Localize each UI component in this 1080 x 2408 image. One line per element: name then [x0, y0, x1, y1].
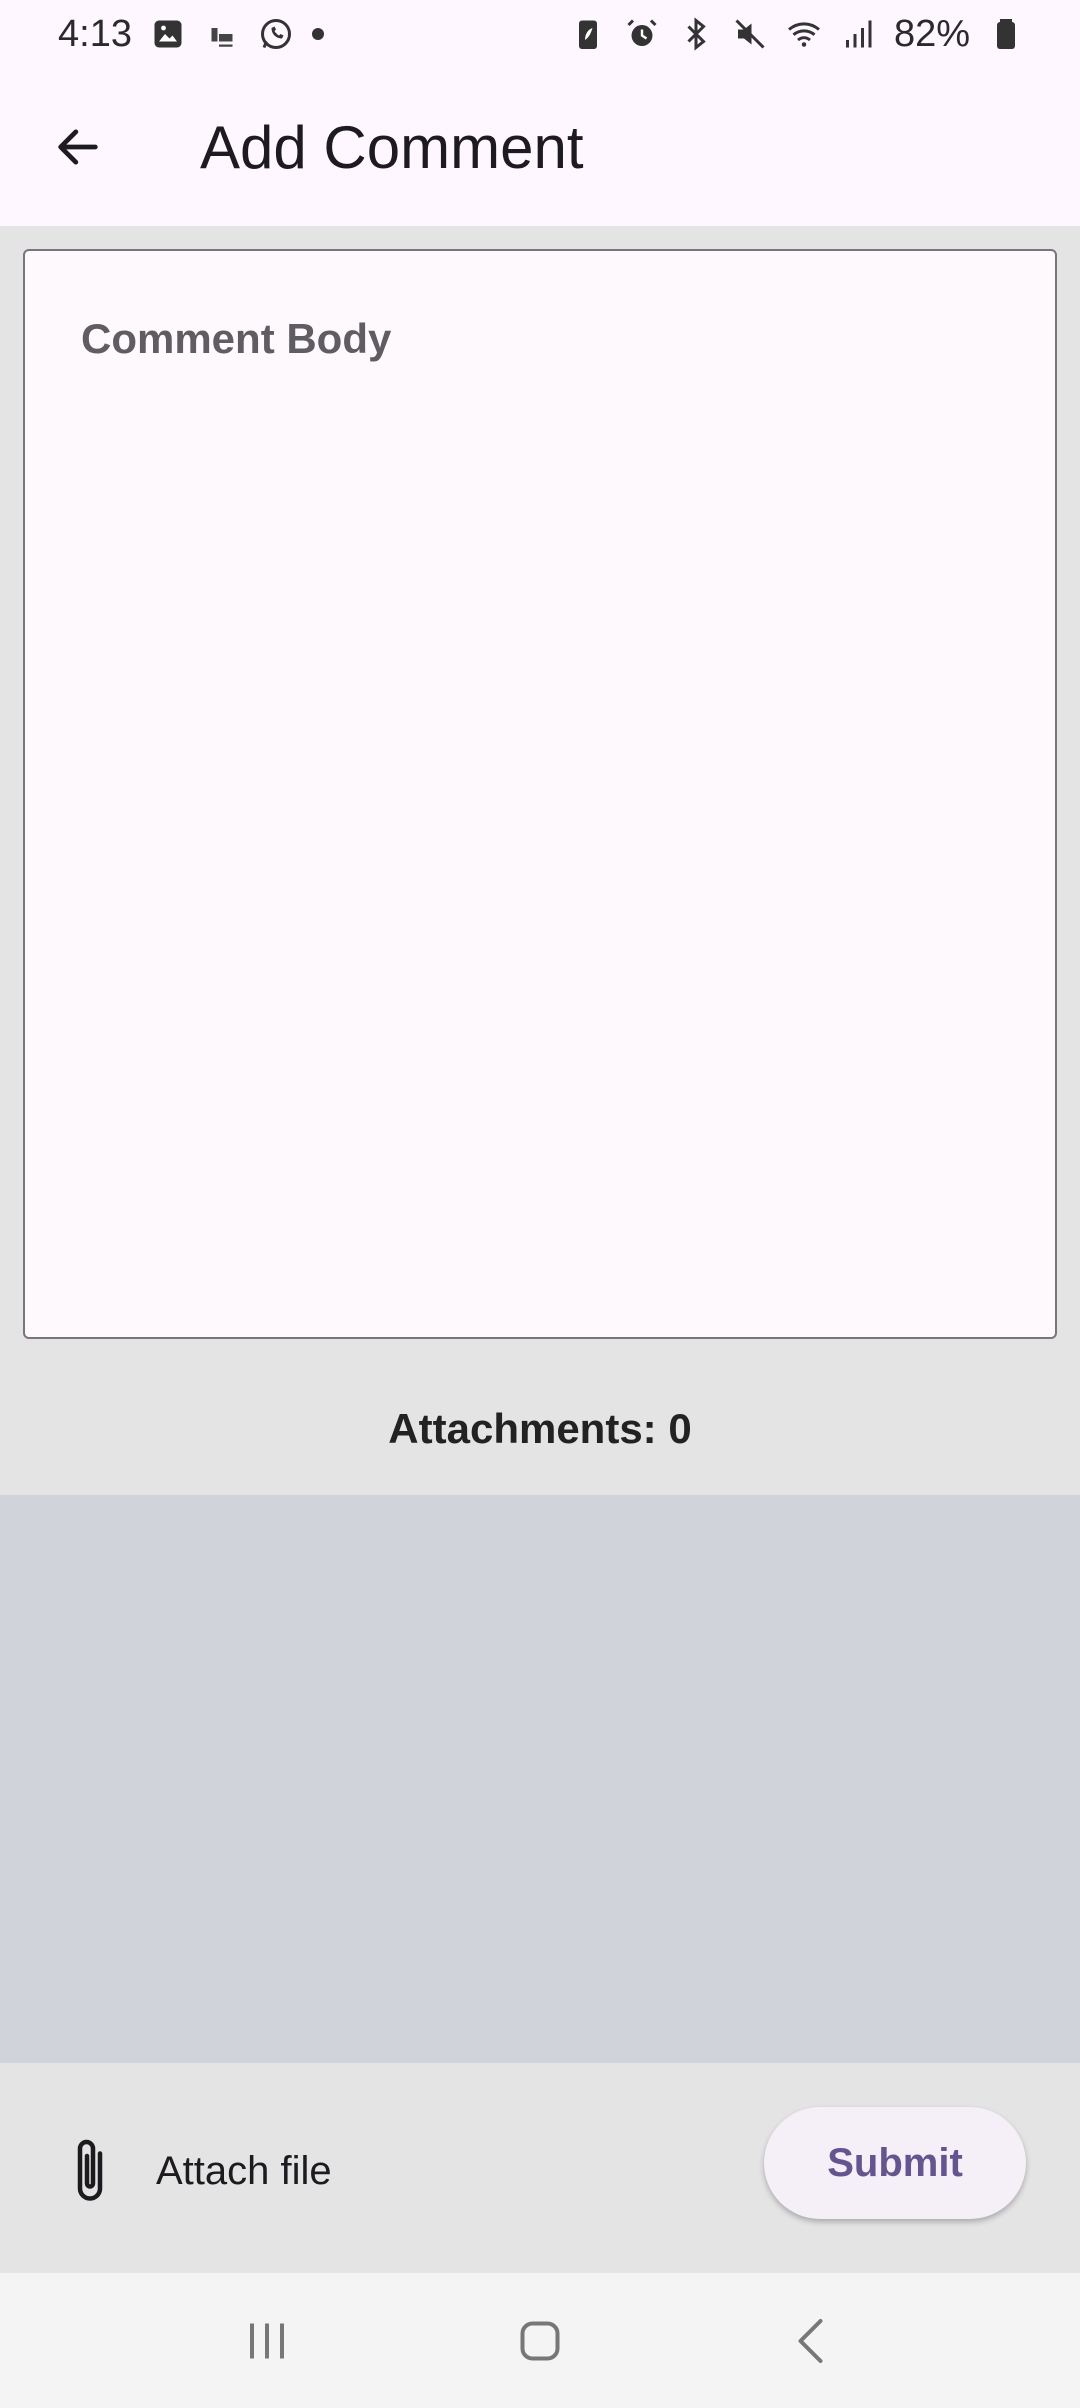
image-icon	[150, 16, 186, 52]
page-title: Add Comment	[200, 113, 584, 181]
home-icon	[520, 2321, 560, 2360]
battery-saver-icon	[570, 16, 606, 52]
mute-icon	[732, 16, 768, 52]
back-nav-icon	[798, 2318, 823, 2363]
battery-percent: 82%	[893, 12, 970, 55]
home-button[interactable]	[490, 2291, 590, 2391]
submit-button[interactable]: Submit	[764, 2107, 1026, 2219]
attach-file-label: Attach file	[156, 2148, 332, 2193]
alarm-icon	[624, 16, 660, 52]
attachments-count: Attachments: 0	[388, 1405, 692, 1452]
notification-icon	[204, 16, 240, 52]
back-nav-button[interactable]	[763, 2291, 863, 2391]
status-left: 4:13	[58, 13, 324, 56]
app-bar: Add Comment	[0, 68, 1080, 226]
status-right: 82%	[570, 13, 1024, 56]
whatsapp-icon	[258, 16, 294, 52]
bluetooth-icon	[678, 16, 714, 52]
recents-button[interactable]	[217, 2291, 317, 2391]
arrow-left-icon	[58, 129, 98, 165]
attach-file-button[interactable]: Attach file	[48, 2115, 378, 2227]
status-time: 4:13	[58, 12, 132, 55]
status-bar: 4:13 82%	[0, 0, 1080, 68]
action-bar: Attach file Submit	[0, 2063, 1080, 2273]
wifi-icon	[786, 16, 822, 52]
comment-body-field[interactable]: Comment Body	[23, 249, 1057, 1339]
signal-icon	[840, 16, 876, 52]
recents-icon	[249, 2323, 284, 2358]
comment-body-input[interactable]	[25, 251, 1055, 1337]
back-button[interactable]	[30, 99, 126, 195]
paperclip-icon	[77, 2139, 103, 2201]
attachments-list	[0, 1495, 1080, 2063]
system-nav-bar	[0, 2273, 1080, 2408]
battery-icon	[988, 16, 1024, 52]
dot-icon	[311, 28, 324, 40]
